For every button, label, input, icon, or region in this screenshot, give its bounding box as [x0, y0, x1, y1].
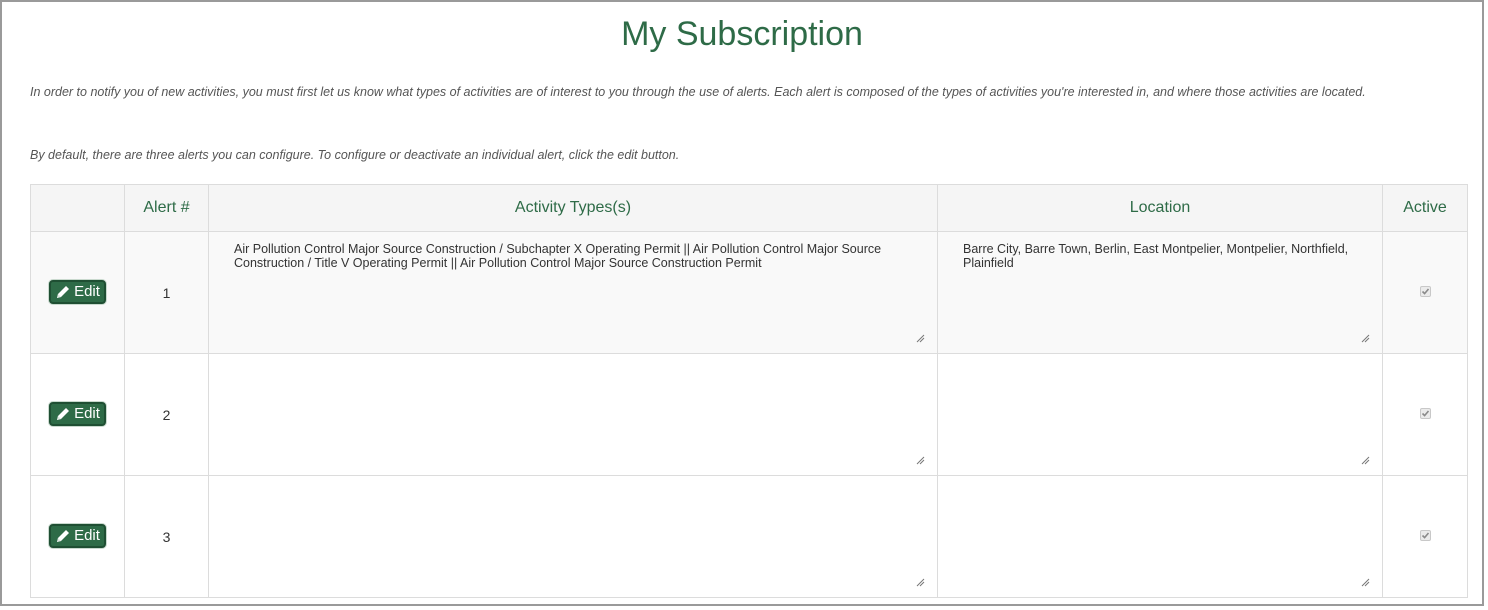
location-textarea[interactable]: [946, 484, 1374, 589]
checkmark-icon: [1421, 409, 1429, 417]
activity-types-textarea[interactable]: [217, 484, 929, 589]
header-alert-number: Alert #: [124, 184, 209, 232]
page-title: My Subscription: [621, 15, 863, 53]
alert-number: 1: [124, 231, 209, 354]
pencil-icon: [55, 406, 71, 422]
intro-paragraph: In order to notify you of new activities…: [30, 85, 1366, 99]
resize-grip-icon[interactable]: [915, 333, 925, 343]
header-active: Active: [1382, 184, 1468, 232]
table-row: Edit 3: [30, 475, 1468, 598]
default-alerts-note: By default, there are three alerts you c…: [30, 148, 680, 162]
pencil-icon: [55, 528, 71, 544]
edit-button-label: Edit: [74, 283, 100, 300]
resize-grip-icon[interactable]: [1360, 333, 1370, 343]
checkmark-icon: [1421, 287, 1429, 295]
resize-grip-icon[interactable]: [915, 455, 925, 465]
table-header-row: Alert # Activity Types(s) Location Activ…: [30, 184, 1468, 232]
resize-grip-icon[interactable]: [1360, 577, 1370, 587]
alert-number: 3: [124, 475, 209, 598]
edit-button-label: Edit: [74, 527, 100, 544]
checkmark-icon: [1421, 531, 1429, 539]
resize-grip-icon[interactable]: [1360, 455, 1370, 465]
active-checkbox[interactable]: [1419, 407, 1431, 419]
header-edit: [30, 184, 125, 232]
activity-types-textarea[interactable]: [217, 362, 929, 467]
edit-button[interactable]: Edit: [49, 524, 106, 548]
header-activity-types: Activity Types(s): [208, 184, 938, 232]
table-row: Edit 1 Air Pollution Control Major Sourc…: [30, 231, 1468, 354]
header-location: Location: [937, 184, 1383, 232]
pencil-icon: [55, 284, 71, 300]
resize-grip-icon[interactable]: [915, 577, 925, 587]
active-checkbox[interactable]: [1419, 529, 1431, 541]
edit-button-label: Edit: [74, 405, 100, 422]
location-textarea[interactable]: [946, 362, 1374, 467]
alert-number: 2: [124, 353, 209, 476]
activity-types-textarea[interactable]: Air Pollution Control Major Source Const…: [217, 240, 929, 345]
location-textarea[interactable]: Barre City, Barre Town, Berlin, East Mon…: [946, 240, 1374, 345]
active-checkbox[interactable]: [1419, 285, 1431, 297]
edit-button[interactable]: Edit: [49, 280, 106, 304]
edit-button[interactable]: Edit: [49, 402, 106, 426]
alerts-table: Alert # Activity Types(s) Location Activ…: [30, 184, 1468, 598]
subscription-panel: My Subscription In order to notify you o…: [0, 0, 1484, 606]
table-row: Edit 2: [30, 353, 1468, 476]
